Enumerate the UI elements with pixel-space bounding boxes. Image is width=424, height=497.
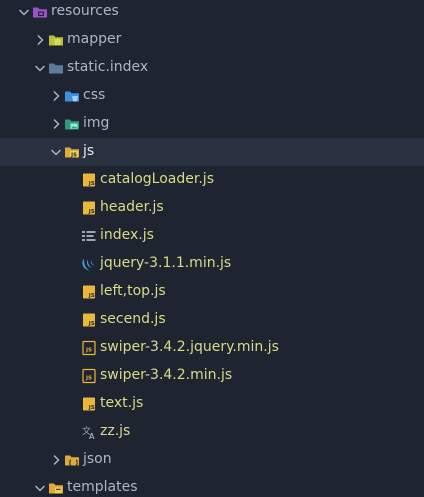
tree-row-label: text.js — [100, 395, 144, 411]
tree-row-label: jquery-3.1.1.min.js — [100, 255, 232, 271]
svg-text:JS: JS — [88, 209, 95, 215]
tree-row-label: resources — [51, 3, 119, 19]
folder-js-icon: JS — [64, 144, 80, 160]
js-min-icon: JS — [81, 368, 97, 384]
list-file-icon — [81, 228, 97, 244]
tree-row-label: secend.js — [100, 311, 166, 327]
chevron-right-icon[interactable] — [48, 452, 64, 468]
chevron-down-icon[interactable] — [48, 144, 64, 160]
tree-row-file-left-top-js[interactable]: JS left,top.js — [0, 278, 424, 306]
chevron-down-icon[interactable] — [16, 4, 32, 20]
chevron-down-icon[interactable] — [32, 480, 48, 496]
tree-row-label: mapper — [67, 31, 122, 47]
tree-row-file-zz-js[interactable]: 文 Azz.js — [0, 418, 424, 446]
svg-text:JS: JS — [88, 181, 95, 187]
tree-row-file-swiper-jquery-js[interactable]: JS swiper-3.4.2.jquery.min.js — [0, 334, 424, 362]
js-min-icon: JS — [81, 340, 97, 356]
svg-text:JS: JS — [88, 293, 95, 299]
svg-text:JS: JS — [85, 375, 92, 381]
tree-row-folder-css[interactable]: css — [0, 82, 424, 110]
js-file-icon: JS — [81, 396, 97, 412]
tree-row-file-secend-js[interactable]: JS secend.js — [0, 306, 424, 334]
tree-row-label: css — [83, 87, 106, 103]
chevron-right-icon[interactable] — [48, 116, 64, 132]
tree-row-folder-static-index[interactable]: static.index — [0, 54, 424, 82]
tree-row-folder-js[interactable]: JS js — [0, 138, 424, 166]
folder-json-icon — [64, 452, 80, 468]
tree-row-folder-templates[interactable]: templates — [0, 474, 424, 497]
folder-css-icon — [64, 88, 80, 104]
svg-text:A: A — [89, 432, 95, 440]
js-file-icon: JS — [81, 312, 97, 328]
tree-row-label: left,top.js — [100, 283, 166, 299]
js-file-icon: JS — [81, 200, 97, 216]
tree-row-label: catalogLoader.js — [100, 171, 214, 187]
tree-row-label: img — [83, 115, 110, 131]
tree-row-file-index-js[interactable]: index.js — [0, 222, 424, 250]
folder-icon — [48, 60, 64, 76]
folder-images-icon — [64, 116, 80, 132]
tree-row-label: zz.js — [100, 423, 131, 439]
folder-resources-icon — [32, 4, 48, 20]
tree-row-file-jquery-js[interactable]: jquery-3.1.1.min.js — [0, 250, 424, 278]
tree-row-file-text-js[interactable]: JS text.js — [0, 390, 424, 418]
svg-text:JS: JS — [88, 321, 95, 327]
js-file-icon: JS — [81, 172, 97, 188]
tree-row-label: static.index — [67, 59, 149, 75]
js-file-icon: JS — [81, 284, 97, 300]
tree-row-folder-resources[interactable]: resources — [0, 0, 424, 26]
tree-row-label: json — [83, 451, 112, 467]
tree-row-label: header.js — [100, 199, 164, 215]
tree-row-folder-json[interactable]: json — [0, 446, 424, 474]
jquery-icon — [81, 256, 97, 272]
translate-icon: 文A — [81, 424, 97, 441]
tree-row-file-header-js[interactable]: JS header.js — [0, 194, 424, 222]
tree-row-label: swiper-3.4.2.min.js — [100, 367, 233, 383]
chevron-down-icon[interactable] — [32, 60, 48, 76]
chevron-right-icon[interactable] — [32, 32, 48, 48]
tree-row-folder-mapper[interactable]: mapper — [0, 26, 424, 54]
svg-text:JS: JS — [70, 153, 77, 159]
tree-row-label: index.js — [100, 227, 154, 243]
file-explorer-tree: resources mapper static.index css img JS js JS c… — [0, 0, 424, 497]
tree-row-label: swiper-3.4.2.jquery.min.js — [100, 339, 279, 355]
tree-row-label: js — [83, 143, 95, 159]
svg-text:JS: JS — [88, 405, 95, 411]
tree-row-file-catalogloader-js[interactable]: JS catalogLoader.js — [0, 166, 424, 194]
svg-text:JS: JS — [85, 347, 92, 353]
tree-row-file-swiper-min-js[interactable]: JS swiper-3.4.2.min.js — [0, 362, 424, 390]
folder-templates-icon — [48, 480, 64, 496]
tree-row-folder-img[interactable]: img — [0, 110, 424, 138]
tree-row-label: templates — [67, 479, 138, 495]
folder-mapper-icon — [48, 32, 64, 48]
chevron-right-icon[interactable] — [48, 88, 64, 104]
